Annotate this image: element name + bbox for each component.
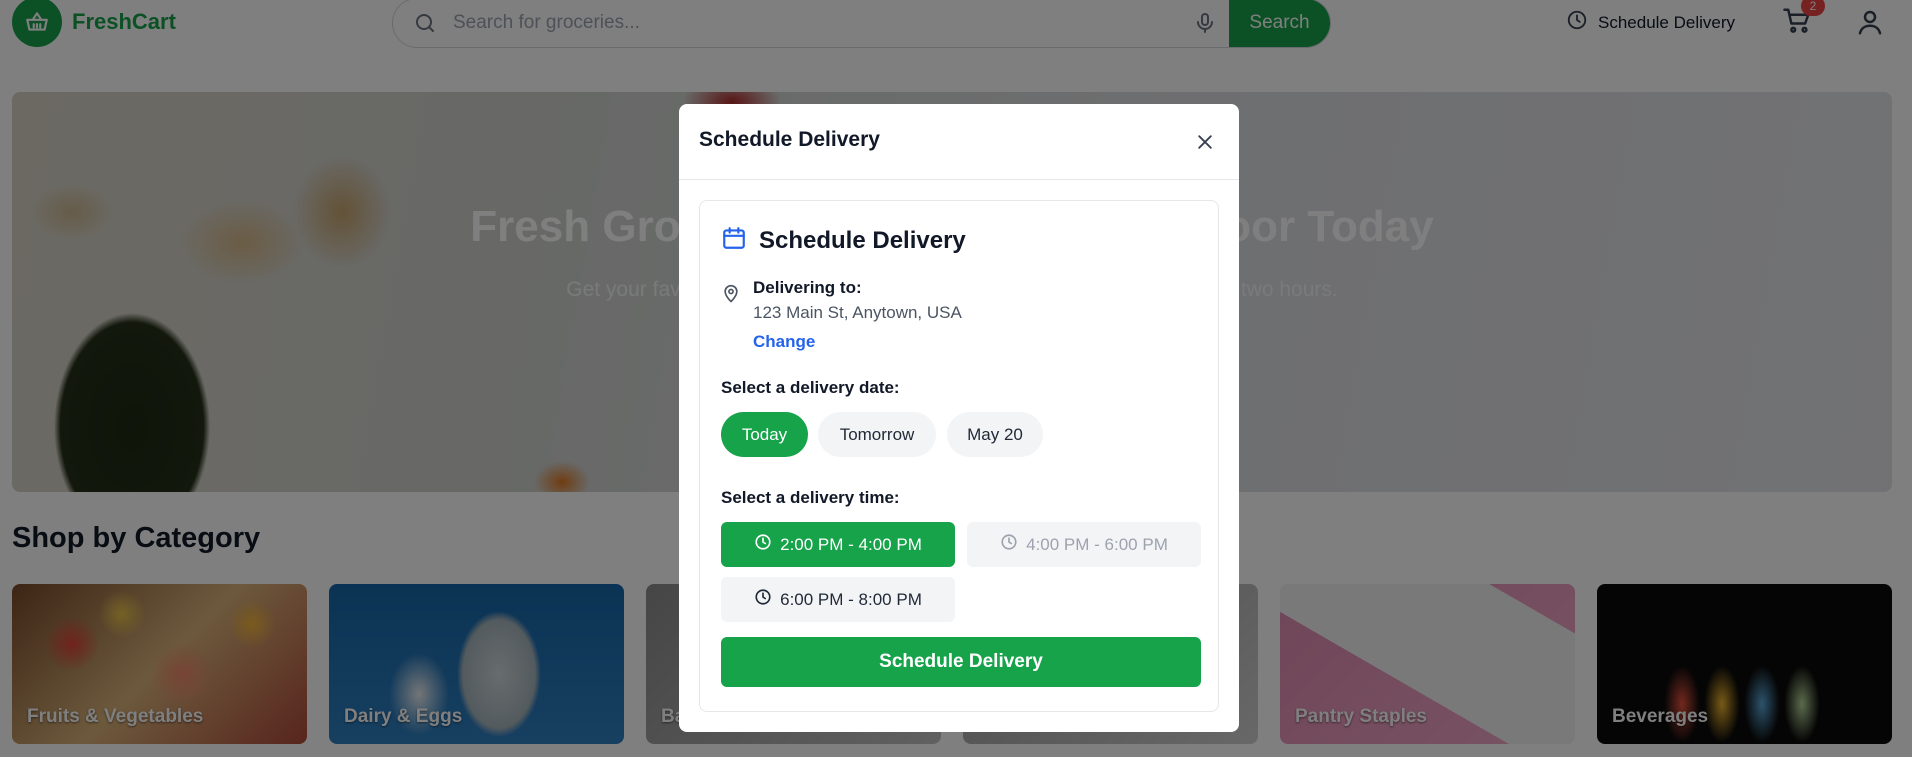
schedule-delivery-submit-button[interactable]: Schedule Delivery: [721, 637, 1201, 687]
date-option-may-20[interactable]: May 20: [947, 412, 1043, 457]
change-address-link[interactable]: Change: [753, 332, 815, 352]
clock-icon: [1000, 533, 1018, 556]
time-section-label: Select a delivery time:: [721, 488, 900, 507]
date-option-tomorrow[interactable]: Tomorrow: [818, 412, 936, 457]
time-slot-label: 6:00 PM - 8:00 PM: [780, 589, 922, 609]
modal-header: Schedule Delivery: [679, 104, 1239, 180]
modal-title: Schedule Delivery: [699, 128, 880, 151]
time-slot-2pm-4pm[interactable]: 2:00 PM - 4:00 PM: [721, 522, 955, 567]
calendar-icon: [721, 225, 747, 256]
schedule-card: Schedule Delivery Delivering to: 123 Mai…: [699, 200, 1219, 712]
delivering-to-label: Delivering to:: [753, 278, 862, 297]
card-heading: Schedule Delivery: [721, 225, 966, 256]
time-slot-label: 2:00 PM - 4:00 PM: [780, 534, 922, 554]
date-section-label: Select a delivery date:: [721, 378, 900, 397]
delivery-address: 123 Main St, Anytown, USA: [753, 303, 962, 322]
close-icon[interactable]: [1191, 128, 1219, 156]
date-option-today[interactable]: Today: [721, 412, 808, 457]
clock-icon: [754, 533, 772, 556]
time-slot-label: 4:00 PM - 6:00 PM: [1026, 534, 1168, 554]
clock-icon: [754, 588, 772, 611]
schedule-delivery-modal: Schedule Delivery Schedule Delivery Deli…: [679, 104, 1239, 732]
time-slot-4pm-6pm: 4:00 PM - 6:00 PM: [967, 522, 1201, 567]
time-slot-6pm-8pm[interactable]: 6:00 PM - 8:00 PM: [721, 577, 955, 622]
map-pin-icon: [721, 283, 741, 310]
card-title: Schedule Delivery: [759, 226, 966, 254]
